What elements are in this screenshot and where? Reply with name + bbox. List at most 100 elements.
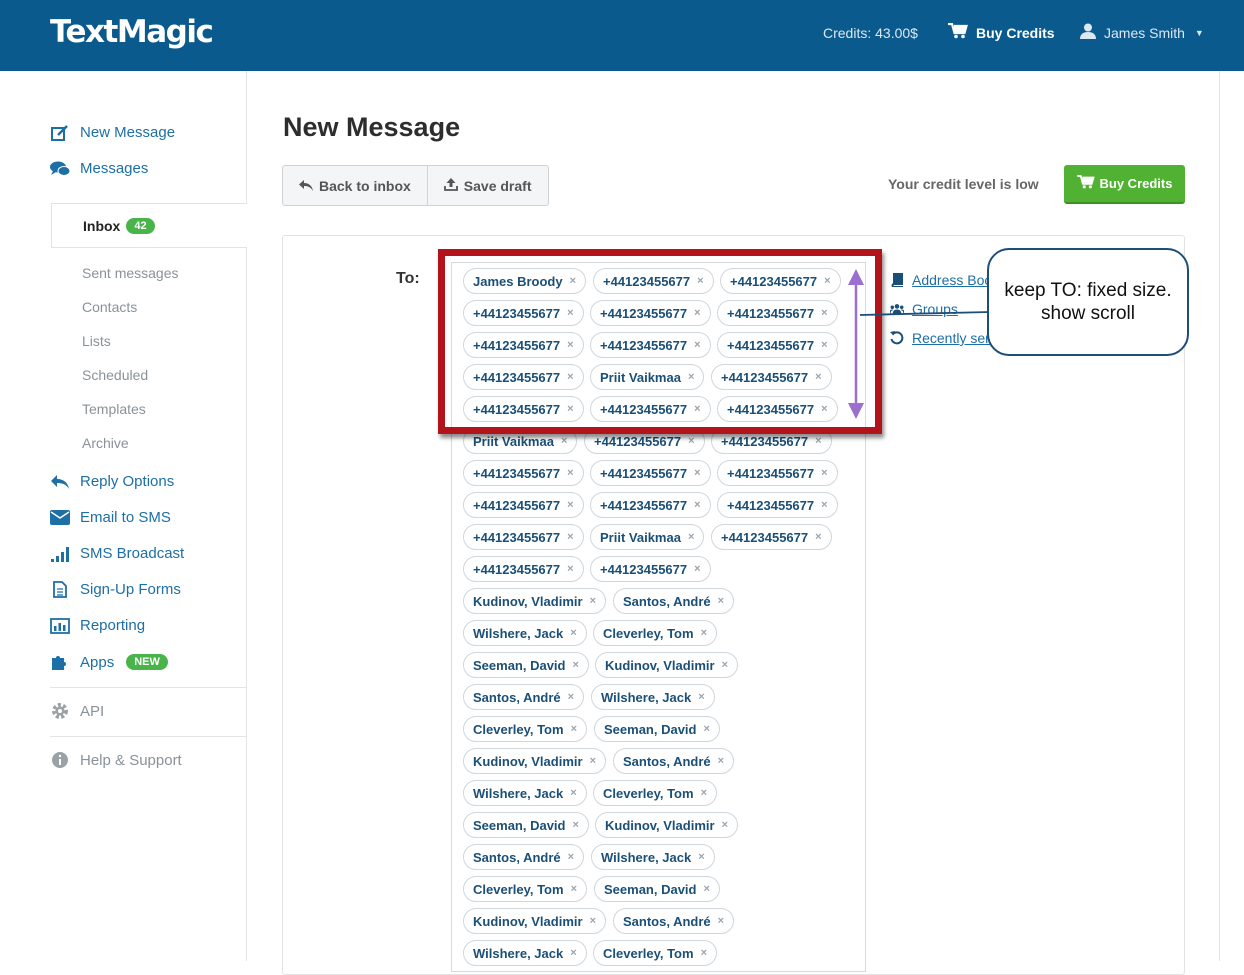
remove-recipient-icon[interactable]: ×: [701, 787, 707, 799]
remove-recipient-icon[interactable]: ×: [701, 947, 707, 959]
sidebar-item-sent-messages[interactable]: Sent messages: [82, 265, 179, 281]
sidebar-item-api[interactable]: API: [50, 702, 104, 720]
remove-recipient-icon[interactable]: ×: [821, 467, 827, 479]
sidebar-item-reporting[interactable]: Reporting: [50, 617, 145, 634]
remove-recipient-icon[interactable]: ×: [698, 691, 704, 703]
remove-recipient-icon[interactable]: ×: [570, 787, 576, 799]
remove-recipient-icon[interactable]: ×: [567, 467, 573, 479]
remove-recipient-icon[interactable]: ×: [561, 435, 567, 447]
sidebar-item-archive[interactable]: Archive: [82, 435, 129, 451]
remove-recipient-icon[interactable]: ×: [590, 595, 596, 607]
remove-recipient-icon[interactable]: ×: [688, 435, 694, 447]
remove-recipient-icon[interactable]: ×: [704, 883, 710, 895]
recently-sent-link[interactable]: Recently sent: [890, 330, 997, 346]
remove-recipient-icon[interactable]: ×: [701, 627, 707, 639]
remove-recipient-icon[interactable]: ×: [567, 531, 573, 543]
remove-recipient-icon[interactable]: ×: [570, 947, 576, 959]
remove-recipient-icon[interactable]: ×: [704, 723, 710, 735]
recipient-chip[interactable]: Wilshere, Jack ×: [463, 940, 587, 966]
sidebar-item-new-message[interactable]: New Message: [50, 124, 175, 141]
remove-recipient-icon[interactable]: ×: [568, 851, 574, 863]
remove-recipient-icon[interactable]: ×: [573, 819, 579, 831]
remove-recipient-icon[interactable]: ×: [821, 499, 827, 511]
remove-recipient-icon[interactable]: ×: [694, 499, 700, 511]
user-menu[interactable]: James Smith ▼: [1080, 23, 1204, 42]
recipient-chip[interactable]: Wilshere, Jack ×: [463, 620, 587, 646]
sidebar-item-inbox[interactable]: Inbox 42: [51, 203, 247, 248]
recipient-chip[interactable]: Wilshere, Jack ×: [591, 684, 715, 710]
recipient-chip[interactable]: Kudinov, Vladimir ×: [595, 812, 738, 838]
recipient-chip[interactable]: +44123455677 ×: [463, 556, 584, 582]
remove-recipient-icon[interactable]: ×: [718, 755, 724, 767]
sidebar-item-apps[interactable]: Apps NEW: [50, 653, 168, 671]
recipient-chip[interactable]: Kudinov, Vladimir ×: [463, 908, 606, 934]
remove-recipient-icon[interactable]: ×: [694, 467, 700, 479]
recipient-chip[interactable]: Seeman, David ×: [594, 876, 720, 902]
back-to-inbox-button[interactable]: Back to inbox: [283, 166, 427, 205]
remove-recipient-icon[interactable]: ×: [718, 595, 724, 607]
textmagic-logo[interactable]: TextMagic: [50, 14, 214, 50]
recipient-chip[interactable]: Santos, André ×: [463, 844, 585, 870]
remove-recipient-icon[interactable]: ×: [722, 659, 728, 671]
recipient-chip[interactable]: Santos, André ×: [613, 908, 735, 934]
address-book-link[interactable]: Address Book: [890, 272, 999, 288]
remove-recipient-icon[interactable]: ×: [570, 627, 576, 639]
recipient-chip[interactable]: Cleverley, Tom ×: [463, 876, 587, 902]
sidebar-item-signup-forms[interactable]: Sign-Up Forms: [50, 581, 181, 598]
recipient-chip[interactable]: Kudinov, Vladimir ×: [463, 588, 606, 614]
remove-recipient-icon[interactable]: ×: [573, 659, 579, 671]
remove-recipient-icon[interactable]: ×: [722, 819, 728, 831]
sidebar-item-scheduled[interactable]: Scheduled: [82, 367, 148, 383]
buy-credits-button[interactable]: Buy Credits: [1064, 165, 1185, 204]
recipient-chip[interactable]: +44123455677 ×: [717, 492, 838, 518]
remove-recipient-icon[interactable]: ×: [571, 723, 577, 735]
sidebar-item-help[interactable]: Help & Support: [50, 751, 182, 769]
recipient-chip[interactable]: +44123455677 ×: [463, 524, 584, 550]
remove-recipient-icon[interactable]: ×: [571, 883, 577, 895]
recipient-chip[interactable]: +44123455677 ×: [590, 492, 711, 518]
recipient-chip[interactable]: Cleverley, Tom ×: [593, 620, 717, 646]
remove-recipient-icon[interactable]: ×: [698, 851, 704, 863]
remove-recipient-icon[interactable]: ×: [815, 435, 821, 447]
sidebar-item-lists[interactable]: Lists: [82, 333, 111, 349]
remove-recipient-icon[interactable]: ×: [590, 915, 596, 927]
recipient-chip[interactable]: Cleverley, Tom ×: [593, 780, 717, 806]
recipient-chip[interactable]: +44123455677 ×: [590, 556, 711, 582]
recipient-chip[interactable]: Cleverley, Tom ×: [593, 940, 717, 966]
recipient-chip[interactable]: Santos, André ×: [613, 748, 735, 774]
sidebar-item-email-to-sms[interactable]: Email to SMS: [50, 509, 171, 526]
recipient-chip[interactable]: Wilshere, Jack ×: [463, 780, 587, 806]
recipient-chip[interactable]: Kudinov, Vladimir ×: [595, 652, 738, 678]
sidebar-item-sms-broadcast[interactable]: SMS Broadcast: [50, 545, 184, 562]
recipient-chip[interactable]: Cleverley, Tom ×: [463, 716, 587, 742]
recipient-chip[interactable]: Kudinov, Vladimir ×: [463, 748, 606, 774]
remove-recipient-icon[interactable]: ×: [718, 915, 724, 927]
save-draft-button[interactable]: Save draft: [426, 166, 548, 205]
recipient-chip[interactable]: Santos, André ×: [613, 588, 735, 614]
remove-recipient-icon[interactable]: ×: [590, 755, 596, 767]
recipient-chip[interactable]: Seeman, David ×: [463, 812, 589, 838]
recipient-chip[interactable]: +44123455677 ×: [717, 460, 838, 486]
recipient-chip[interactable]: Seeman, David ×: [463, 652, 589, 678]
recipient-chip[interactable]: +44123455677 ×: [463, 492, 584, 518]
groups-link[interactable]: Groups: [890, 301, 958, 317]
remove-recipient-icon[interactable]: ×: [688, 531, 694, 543]
remove-recipient-icon[interactable]: ×: [567, 563, 573, 575]
sidebar-item-templates[interactable]: Templates: [82, 401, 146, 417]
remove-recipient-icon[interactable]: ×: [568, 691, 574, 703]
recipient-chip-label: Cleverley, Tom: [473, 881, 564, 897]
recipient-chip[interactable]: +44123455677 ×: [590, 460, 711, 486]
header-buy-credits-button[interactable]: Buy Credits: [948, 22, 1055, 42]
recipient-chip[interactable]: +44123455677 ×: [463, 460, 584, 486]
remove-recipient-icon[interactable]: ×: [815, 531, 821, 543]
remove-recipient-icon[interactable]: ×: [694, 563, 700, 575]
recipient-chip[interactable]: Priit Vaikmaa ×: [590, 524, 705, 550]
recipient-chip[interactable]: +44123455677 ×: [711, 524, 832, 550]
recipient-chip[interactable]: Santos, André ×: [463, 684, 585, 710]
recipient-chip[interactable]: Wilshere, Jack ×: [591, 844, 715, 870]
remove-recipient-icon[interactable]: ×: [567, 499, 573, 511]
sidebar-item-contacts[interactable]: Contacts: [82, 299, 137, 315]
sidebar-item-reply-options[interactable]: Reply Options: [50, 473, 174, 490]
recipient-chip[interactable]: Seeman, David ×: [594, 716, 720, 742]
sidebar-item-messages[interactable]: Messages: [50, 160, 148, 177]
